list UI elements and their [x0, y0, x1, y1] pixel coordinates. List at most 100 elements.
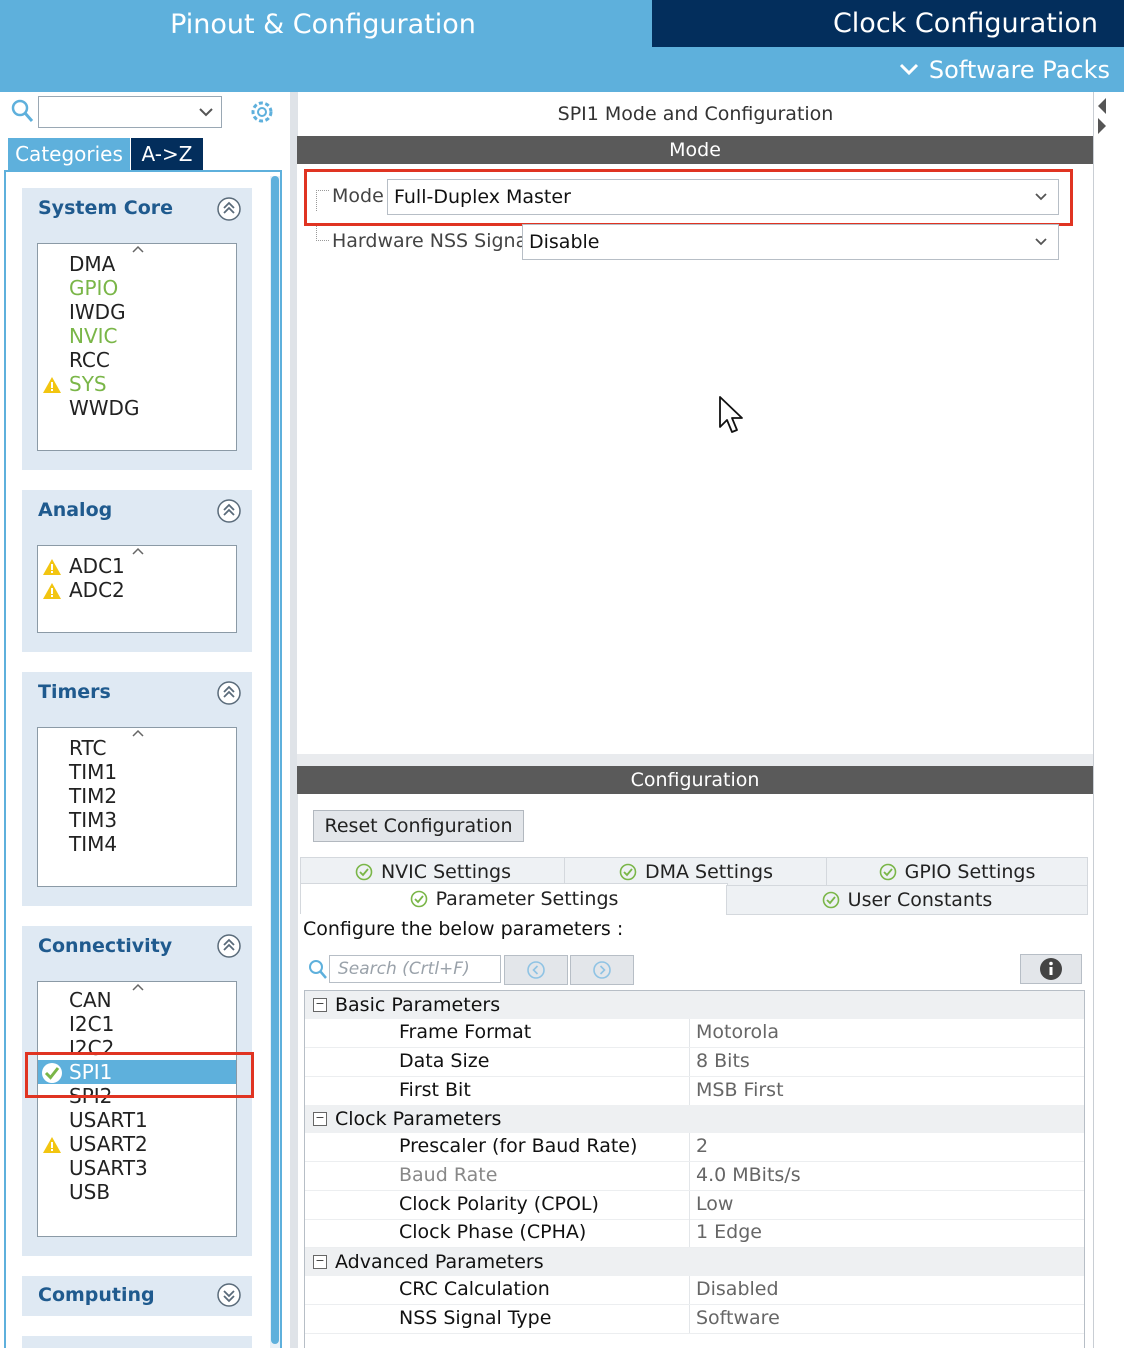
- list-item[interactable]: DMA: [69, 252, 115, 276]
- collapse-up-icon[interactable]: [216, 680, 242, 706]
- table-row[interactable]: Data Size 8 Bits: [305, 1048, 1084, 1077]
- collapse-box-icon[interactable]: −: [313, 1112, 327, 1126]
- scroll-up-icon[interactable]: [131, 982, 145, 992]
- param-name: NSS Signal Type: [399, 1307, 552, 1329]
- list-item[interactable]: NVIC: [69, 324, 118, 348]
- column-separator: [689, 1077, 690, 1105]
- software-packs-menu[interactable]: Software Packs: [880, 52, 1110, 88]
- param-value[interactable]: Software: [696, 1307, 780, 1329]
- list-item[interactable]: TIM2: [69, 784, 117, 808]
- section-title-timers[interactable]: Timers: [38, 681, 111, 703]
- list-item[interactable]: TIM1: [69, 760, 117, 784]
- param-value[interactable]: Disabled: [696, 1278, 779, 1300]
- table-row[interactable]: Baud Rate 4.0 MBits/s: [305, 1162, 1084, 1191]
- list-item[interactable]: USART2: [69, 1132, 148, 1156]
- hardware-nss-value: Disable: [529, 231, 600, 253]
- table-row[interactable]: Clock Phase (CPHA) 1 Edge: [305, 1219, 1084, 1248]
- group-title: Basic Parameters: [335, 994, 501, 1016]
- configuration-section-header: Configuration: [297, 766, 1093, 794]
- scroll-up-icon[interactable]: [131, 546, 145, 556]
- collapse-box-icon[interactable]: −: [313, 1255, 327, 1269]
- tab-label: NVIC Settings: [380, 861, 512, 883]
- group-advanced-parameters[interactable]: − Advanced Parameters: [305, 1248, 1084, 1276]
- section-title-computing[interactable]: Computing: [38, 1284, 155, 1306]
- column-separator: [689, 1219, 690, 1247]
- list-item[interactable]: GPIO: [69, 276, 118, 300]
- list-item[interactable]: USB: [69, 1180, 110, 1204]
- collapse-box-icon[interactable]: −: [313, 998, 327, 1012]
- param-name: Data Size: [399, 1050, 490, 1072]
- collapse-up-icon[interactable]: [216, 196, 242, 222]
- param-value[interactable]: MSB First: [696, 1079, 784, 1101]
- gear-icon[interactable]: [247, 97, 277, 127]
- search-previous-button[interactable]: [504, 955, 568, 985]
- collapse-up-icon[interactable]: [216, 933, 242, 959]
- list-item[interactable]: RCC: [69, 348, 110, 372]
- list-item[interactable]: IWDG: [69, 300, 126, 324]
- list-item[interactable]: ADC2: [69, 578, 125, 602]
- check-circle-icon: [410, 890, 427, 908]
- search-next-button[interactable]: [570, 955, 634, 985]
- table-row[interactable]: Prescaler (for Baud Rate) 2: [305, 1133, 1084, 1162]
- scroll-up-icon[interactable]: [131, 728, 145, 738]
- parameter-search-input[interactable]: Search (Crtl+F): [329, 955, 501, 983]
- tab-label: DMA Settings: [645, 861, 773, 883]
- tab-label: Parameter Settings: [435, 888, 619, 910]
- list-item[interactable]: USART1: [69, 1108, 148, 1132]
- search-icon: [307, 957, 329, 981]
- hardware-nss-select[interactable]: Disable: [522, 224, 1059, 260]
- collapse-arrows-icon[interactable]: [1096, 96, 1108, 136]
- table-row[interactable]: First Bit MSB First: [305, 1077, 1084, 1106]
- group-title: Clock Parameters: [335, 1108, 502, 1130]
- collapse-up-icon[interactable]: [216, 498, 242, 524]
- list-item[interactable]: WWDG: [69, 396, 139, 420]
- column-separator: [689, 1019, 690, 1047]
- param-value[interactable]: 1 Edge: [696, 1221, 762, 1243]
- group-clock-parameters[interactable]: − Clock Parameters: [305, 1105, 1084, 1133]
- param-value[interactable]: 8 Bits: [696, 1050, 750, 1072]
- section-title-connectivity[interactable]: Connectivity: [38, 935, 172, 957]
- section-separator[interactable]: [297, 754, 1093, 766]
- expand-down-icon[interactable]: [216, 1282, 242, 1308]
- list-item[interactable]: I2C1: [69, 1012, 114, 1036]
- table-row[interactable]: NSS Signal Type Software: [305, 1305, 1084, 1334]
- list-item[interactable]: RTC: [69, 736, 106, 760]
- list-item[interactable]: SYS: [69, 372, 107, 396]
- tab-gpio-settings[interactable]: GPIO Settings: [826, 857, 1088, 887]
- group-basic-parameters[interactable]: − Basic Parameters: [305, 991, 1084, 1019]
- tab-user-constants[interactable]: User Constants: [726, 885, 1088, 915]
- list-item[interactable]: TIM3: [69, 808, 117, 832]
- list-item[interactable]: CAN: [69, 988, 112, 1012]
- column-separator: [689, 1191, 690, 1219]
- category-search-combobox[interactable]: [38, 96, 222, 128]
- table-row[interactable]: CRC Calculation Disabled: [305, 1276, 1084, 1305]
- param-name: Clock Phase (CPHA): [399, 1221, 587, 1243]
- section-title-analog[interactable]: Analog: [38, 499, 112, 521]
- scroll-up-icon[interactable]: [131, 244, 145, 254]
- param-value[interactable]: Motorola: [696, 1021, 779, 1043]
- section-title-system-core[interactable]: System Core: [38, 197, 173, 219]
- tab-a-to-z[interactable]: A->Z: [131, 138, 203, 170]
- param-value[interactable]: 2: [696, 1135, 708, 1157]
- warning-icon: [43, 1137, 61, 1153]
- left-scrollbar-thumb[interactable]: [271, 176, 279, 1344]
- warning-icon: [43, 559, 61, 575]
- param-value[interactable]: Low: [696, 1193, 733, 1215]
- tab-clock-configuration[interactable]: Clock Configuration: [652, 0, 1124, 47]
- arrow-left-circle-icon: [527, 961, 545, 979]
- info-button[interactable]: [1020, 954, 1082, 984]
- tab-categories[interactable]: Categories: [8, 138, 130, 170]
- list-item[interactable]: USART3: [69, 1156, 148, 1180]
- column-separator: [689, 1305, 690, 1333]
- reset-configuration-button[interactable]: Reset Configuration: [313, 810, 524, 842]
- list-item[interactable]: TIM4: [69, 832, 117, 856]
- table-row[interactable]: Clock Polarity (CPOL) Low: [305, 1191, 1084, 1220]
- panel-title: SPI1 Mode and Configuration: [557, 103, 834, 125]
- tab-parameter-settings[interactable]: Parameter Settings: [300, 883, 728, 914]
- parameter-table: − Basic Parameters Frame Format Motorola…: [304, 990, 1085, 1348]
- tab-label: User Constants: [847, 889, 993, 911]
- list-item[interactable]: ADC1: [69, 554, 125, 578]
- tab-pinout-configuration[interactable]: Pinout & Configuration: [0, 0, 652, 48]
- table-row[interactable]: Frame Format Motorola: [305, 1019, 1084, 1048]
- chevron-down-icon: [1035, 238, 1047, 246]
